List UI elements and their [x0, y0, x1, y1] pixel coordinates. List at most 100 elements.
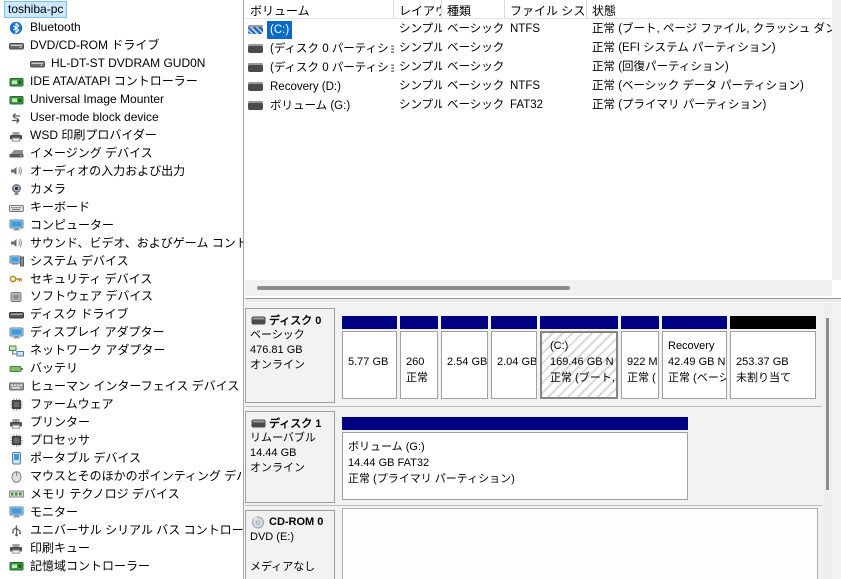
tree-item[interactable]: ディスプレイ アダプター: [0, 324, 243, 342]
tree-item[interactable]: オーディオの入力および出力: [0, 162, 243, 180]
tree-item[interactable]: プリンター: [0, 414, 243, 432]
tree-item[interactable]: マウスとそのほかのポインティング デバイス: [0, 467, 243, 485]
vertical-scrollbar[interactable]: [832, 0, 841, 280]
tree-item[interactable]: プロセッサ: [0, 432, 243, 450]
tree-item[interactable]: ファームウェア: [0, 396, 243, 414]
partition-box[interactable]: 253.37 GB未割り当て: [730, 331, 816, 399]
partition[interactable]: 260正常: [400, 316, 438, 399]
tree-item[interactable]: User-mode block device: [0, 109, 243, 127]
tree-item[interactable]: カメラ: [0, 180, 243, 198]
volume-row[interactable]: Recovery (D:)シンプルベーシックNTFS正常 (ベーシック データ …: [245, 77, 832, 96]
partition[interactable]: 2.54 GB: [441, 316, 488, 399]
storage-controller-icon: [8, 559, 24, 573]
partition-box[interactable]: Recovery42.49 GB N正常 (ベーシ: [662, 331, 727, 399]
partition[interactable]: 253.37 GB未割り当て: [730, 316, 816, 399]
volume-row[interactable]: ボリューム (G:)シンプルベーシックFAT32正常 (プライマリ パーティショ…: [245, 96, 832, 115]
horizontal-scrollbar[interactable]: [245, 280, 832, 296]
mounter-card-icon: [8, 93, 24, 107]
tree-item-label: 記憶域コントローラー: [27, 559, 153, 574]
tree-item[interactable]: Bluetooth: [0, 19, 243, 37]
hid-icon: [8, 380, 24, 394]
tree-item[interactable]: IDE ATA/ATAPI コントローラー: [0, 73, 243, 91]
partition-line: 2.04 GB: [497, 355, 536, 371]
volume-cell: Recovery (D:): [245, 77, 394, 96]
tree-item[interactable]: ソフトウェア デバイス: [0, 288, 243, 306]
computer-icon: [8, 218, 24, 232]
tree-item-label: ディスプレイ アダプター: [27, 325, 168, 340]
usb-controller-icon: [8, 523, 24, 537]
volume-row[interactable]: (ディスク 0 パーティション 7)シンプルベーシック正常 (回復パーティション…: [245, 58, 832, 77]
type-cell: ベーシック: [447, 58, 505, 77]
column-header-1[interactable]: レイアウト: [394, 0, 442, 18]
tree-item[interactable]: toshiba-pc: [0, 1, 243, 19]
disk-info-cell[interactable]: ディスク 1リムーバブル14.44 GBオンライン: [245, 411, 335, 503]
tree-item[interactable]: Universal Image Mounter: [0, 91, 243, 109]
partition-line: [736, 339, 815, 355]
processor-icon: [8, 433, 24, 447]
tree-item[interactable]: WSD 印刷プロバイダー: [0, 127, 243, 145]
volume-row[interactable]: (C:)シンプルベーシックNTFS正常 (ブート, ページ ファイル, クラッシ…: [245, 20, 832, 39]
partition-box[interactable]: 5.77 GB: [342, 331, 397, 399]
column-header-2[interactable]: 種類: [442, 0, 505, 18]
cd-drive-icon: [29, 57, 45, 71]
tree-item[interactable]: コンピューター: [0, 216, 243, 234]
disk-pane-scrollbar-thumb[interactable]: [826, 318, 829, 490]
partition-box[interactable]: ボリューム (G:)14.44 GB FAT32正常 (プライマリ パーティショ…: [342, 432, 688, 500]
type-cell: ベーシック: [447, 39, 505, 58]
partition-line: [497, 339, 536, 355]
partition-color-band: [441, 316, 488, 329]
volume-icon: [248, 25, 263, 34]
tree-item[interactable]: 印刷キュー: [0, 539, 243, 557]
tree-item[interactable]: サウンド、ビデオ、およびゲーム コントローラー: [0, 234, 243, 252]
type-cell: ベーシック: [447, 20, 505, 39]
partition-box[interactable]: 260正常: [400, 331, 438, 399]
partition-box[interactable]: 2.54 GB: [441, 331, 488, 399]
tree-item[interactable]: 記憶域コントローラー: [0, 557, 243, 575]
tree-item[interactable]: ポータブル デバイス: [0, 449, 243, 467]
tree-item-label: 印刷キュー: [27, 541, 93, 556]
tree-item-label: ネットワーク アダプター: [27, 343, 168, 358]
partition[interactable]: ボリューム (G:)14.44 GB FAT32正常 (プライマリ パーティショ…: [342, 417, 688, 500]
tree-item[interactable]: ユニバーサル シリアル バス コントローラー: [0, 521, 243, 539]
partition-line: 正常 (プライマリ パーティション): [348, 472, 687, 488]
disk-info-cell[interactable]: ディスク 0ベーシック476.81 GBオンライン: [245, 308, 335, 403]
column-header-3[interactable]: ファイル システム: [505, 0, 587, 18]
partition[interactable]: Recovery42.49 GB N正常 (ベーシ: [662, 316, 727, 399]
horizontal-scrollbar-thumb[interactable]: [257, 286, 570, 290]
status-cell: 正常 (回復パーティション): [592, 58, 832, 77]
tree-item[interactable]: ヒューマン インターフェイス デバイス: [0, 378, 243, 396]
partition-line: 169.46 GB N: [550, 355, 616, 371]
tree-item[interactable]: イメージング デバイス: [0, 145, 243, 163]
tree-item[interactable]: メモリ テクノロジ デバイス: [0, 485, 243, 503]
volume-list-pane: ボリュームレイアウト種類ファイル システム状態 (C:)シンプルベーシックNTF…: [245, 0, 841, 298]
partition-line: [447, 339, 487, 355]
partition-box[interactable]: 922 M正常 (: [621, 331, 659, 399]
partition-color-band: [662, 316, 727, 329]
tree-item[interactable]: DVD/CD-ROM ドライブ: [0, 37, 243, 55]
tree-item[interactable]: HL-DT-ST DVDRAM GUD0N: [0, 55, 243, 73]
tree-item[interactable]: モニター: [0, 503, 243, 521]
tree-item[interactable]: システム デバイス: [0, 252, 243, 270]
disk-pane-scrollbar[interactable]: [823, 303, 832, 579]
column-header-0[interactable]: ボリューム: [245, 0, 394, 18]
tree-item[interactable]: ネットワーク アダプター: [0, 342, 243, 360]
tree-item[interactable]: バッテリ: [0, 360, 243, 378]
partition[interactable]: 5.77 GB: [342, 316, 397, 399]
tree-item[interactable]: ディスク ドライブ: [0, 306, 243, 324]
partition-box[interactable]: 2.04 GB: [491, 331, 537, 399]
column-header-4[interactable]: 状態: [587, 0, 832, 18]
partition-line: Recovery: [668, 339, 726, 355]
tree-item[interactable]: キーボード: [0, 198, 243, 216]
volume-row[interactable]: (ディスク 0 パーティション 2)シンプルベーシック正常 (EFI システム …: [245, 39, 832, 58]
disk-name: CD-ROM 0: [269, 516, 323, 528]
tree-item[interactable]: セキュリティ デバイス: [0, 270, 243, 288]
status-cell: 正常 (ベーシック データ パーティション): [592, 77, 832, 96]
pane-divider[interactable]: [243, 0, 244, 579]
disk-info-cell[interactable]: CD-ROM 0DVD (E:)メディアなし: [245, 510, 335, 579]
partition-line: 42.49 GB N: [668, 355, 726, 371]
partition[interactable]: (C:)169.46 GB N正常 (ブート,: [540, 316, 618, 399]
partition[interactable]: 2.04 GB: [491, 316, 537, 399]
partition[interactable]: 922 M正常 (: [621, 316, 659, 399]
partition-box[interactable]: (C:)169.46 GB N正常 (ブート,: [540, 331, 618, 399]
fs-cell: FAT32: [510, 96, 587, 115]
